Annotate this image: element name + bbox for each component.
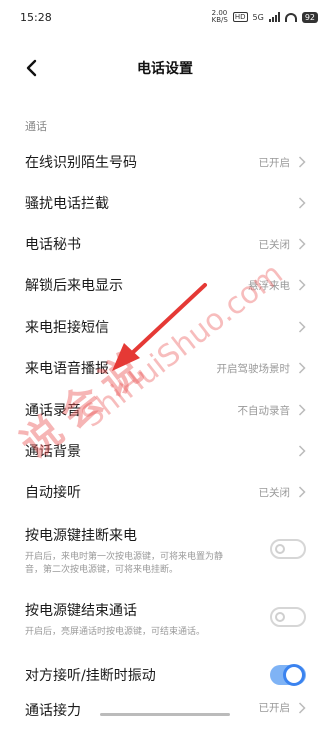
row-value: 已开启 [258,156,291,169]
top-bar: 电话设置 [0,48,330,88]
row-value: 已开启 [258,702,291,714]
chevron-right-icon [298,156,306,168]
setting-row-spam-block[interactable]: 骚扰电话拦截 [0,183,330,223]
page-title: 电话设置 [137,61,193,77]
row-value: 不自动录音 [237,404,291,417]
row-description: 开启后，亮屏通话时按电源键，可结束通话。 [25,627,206,637]
setting-row-auto-answer[interactable]: 自动接听 已关闭 [0,472,330,512]
row-description: 开启后，来电时第一次按电源键，可将来电置为静音，第二次按电源键，可将来电挂断。 [25,552,224,575]
status-icons: 2.00 KB/S HD 5G 92 [212,10,318,24]
row-value: 开启驾驶场景时 [216,362,291,375]
row-label: 按电源键挂断来电 [25,528,137,544]
chevron-right-icon [298,486,306,498]
row-label: 骚扰电话拦截 [25,196,109,212]
toggle-knob [283,664,305,686]
setting-row-call-background[interactable]: 通话背景 [0,431,330,471]
row-label: 解锁后来电显示 [25,278,123,294]
setting-row-call-secretary[interactable]: 电话秘书 已关闭 [0,224,330,264]
hd-badge: HD [232,12,248,22]
row-label: 通话录音 [25,403,81,419]
row-label: 在线识别陌生号码 [25,155,137,171]
status-bar: 15:28 2.00 KB/S HD 5G 92 [0,0,330,34]
row-label: 自动接听 [25,485,81,501]
battery-indicator: 92 [301,11,318,23]
row-label: 通话接力 [25,703,81,719]
toggle-row-power-hangup: 按电源键挂断来电 开启后，来电时第一次按电源键，可将来电置为静音，第二次按电源键… [0,525,330,577]
row-value: 悬浮来电 [248,279,290,292]
power-hangup-toggle[interactable] [270,539,306,559]
status-time: 15:28 [20,10,52,24]
setting-row-call-recording[interactable]: 通话录音 不自动录音 [0,390,330,430]
chevron-right-icon [298,279,306,291]
home-indicator [100,713,230,716]
row-label: 来电语音播报 [25,361,109,377]
section-label-calls: 通话 [25,120,47,133]
signal-icon [268,12,280,22]
chevron-right-icon [298,445,306,457]
power-end-call-toggle[interactable] [270,607,306,627]
row-value: 已关闭 [258,486,291,499]
setting-row-online-recognition[interactable]: 在线识别陌生号码 已开启 [0,142,330,182]
wifi-icon [284,12,297,22]
row-label: 通话背景 [25,444,81,460]
toggle-row-vibrate: 对方接听/挂断时振动 [0,664,330,686]
chevron-right-icon [298,197,306,209]
toggle-knob [275,544,285,554]
net-speed-indicator: 2.00 KB/S [211,9,228,24]
setting-row-voice-announcement[interactable]: 来电语音播报 开启驾驶场景时 [0,348,330,388]
network-type: 5G [252,12,264,22]
row-label: 来电拒接短信 [25,320,109,336]
setting-row-reject-sms[interactable]: 来电拒接短信 [0,307,330,347]
chevron-right-icon [298,362,306,374]
vibrate-toggle[interactable] [270,664,306,686]
chevron-right-icon [298,321,306,333]
chevron-right-icon [298,404,306,416]
setting-row-unlock-call-display[interactable]: 解锁后来电显示 悬浮来电 [0,265,330,305]
row-label: 按电源键结束通话 [25,603,137,619]
row-label: 电话秘书 [25,237,81,253]
row-label: 对方接听/挂断时振动 [25,668,156,684]
toggle-knob [275,612,285,622]
chevron-right-icon [298,701,306,714]
row-value: 已关闭 [258,238,291,251]
toggle-row-power-end-call: 按电源键结束通话 开启后，亮屏通话时按电源键，可结束通话。 [0,600,330,639]
chevron-right-icon [298,238,306,250]
